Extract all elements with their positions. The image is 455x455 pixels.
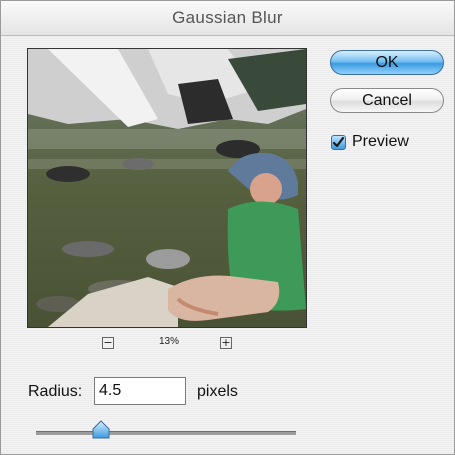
zoom-out-button[interactable]: −: [102, 337, 114, 349]
radius-units-label: pixels: [197, 383, 238, 400]
radius-input[interactable]: [94, 377, 186, 405]
preview-checkbox[interactable]: [331, 135, 346, 150]
title-bar[interactable]: Gaussian Blur: [1, 1, 454, 36]
ok-button[interactable]: OK: [330, 50, 444, 75]
radius-label: Radius:: [28, 383, 83, 400]
zoom-in-button[interactable]: +: [220, 337, 232, 349]
zoom-level: 13%: [158, 336, 179, 347]
preview-checkbox-label[interactable]: Preview: [352, 133, 409, 151]
plus-icon: +: [221, 336, 231, 349]
preview-image[interactable]: [27, 48, 307, 328]
dialog-title: Gaussian Blur: [172, 8, 283, 27]
radius-slider-thumb[interactable]: [92, 420, 110, 440]
minus-icon: −: [103, 336, 113, 349]
preview-photo: [28, 49, 306, 327]
checkmark-icon: [332, 136, 345, 148]
radius-slider-track[interactable]: [36, 431, 296, 435]
gaussian-blur-dialog: Gaussian Blur − 13% + OK Cancel Preview …: [0, 0, 455, 455]
cancel-button[interactable]: Cancel: [330, 88, 444, 113]
